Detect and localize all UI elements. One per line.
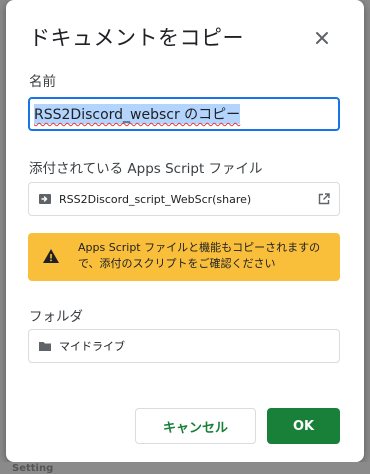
- folder-name: マイドライブ: [59, 340, 125, 353]
- dialog-title: ドキュメントをコピー: [29, 26, 244, 50]
- folder-field[interactable]: マイドライブ: [28, 329, 340, 363]
- name-input[interactable]: RSS2Discord_webscr のコピー: [28, 97, 340, 131]
- folder-icon: [39, 342, 51, 351]
- name-label: 名前: [29, 74, 56, 90]
- attached-script-field: RSS2Discord_script_WebScr(share): [28, 182, 340, 216]
- warning-icon: [43, 249, 59, 263]
- background-page: Setting: [0, 462, 370, 474]
- background-partial-text: Setting: [12, 463, 54, 474]
- warning-text: Apps Script ファイルと機能もコピーされますので、添付のスクリプトをご…: [78, 241, 321, 270]
- apps-script-icon: [39, 194, 51, 204]
- copy-document-dialog: ドキュメントをコピー 名前 RSS2Discord_webscr のコピー 添付…: [6, 0, 364, 462]
- ok-button[interactable]: OK: [267, 408, 340, 444]
- folder-label: フォルダ: [29, 309, 83, 325]
- attached-script-label: 添付されている Apps Script ファイル: [29, 161, 263, 177]
- attached-script-name: RSS2Discord_script_WebScr(share): [59, 192, 252, 206]
- open-in-new-icon[interactable]: [318, 193, 330, 205]
- name-input-value[interactable]: RSS2Discord_webscr のコピー: [34, 104, 241, 124]
- warning-banner: Apps Script ファイルと機能もコピーされますので、添付のスクリプトをご…: [28, 233, 340, 281]
- close-icon[interactable]: [312, 28, 332, 48]
- cancel-button[interactable]: キャンセル: [135, 408, 256, 444]
